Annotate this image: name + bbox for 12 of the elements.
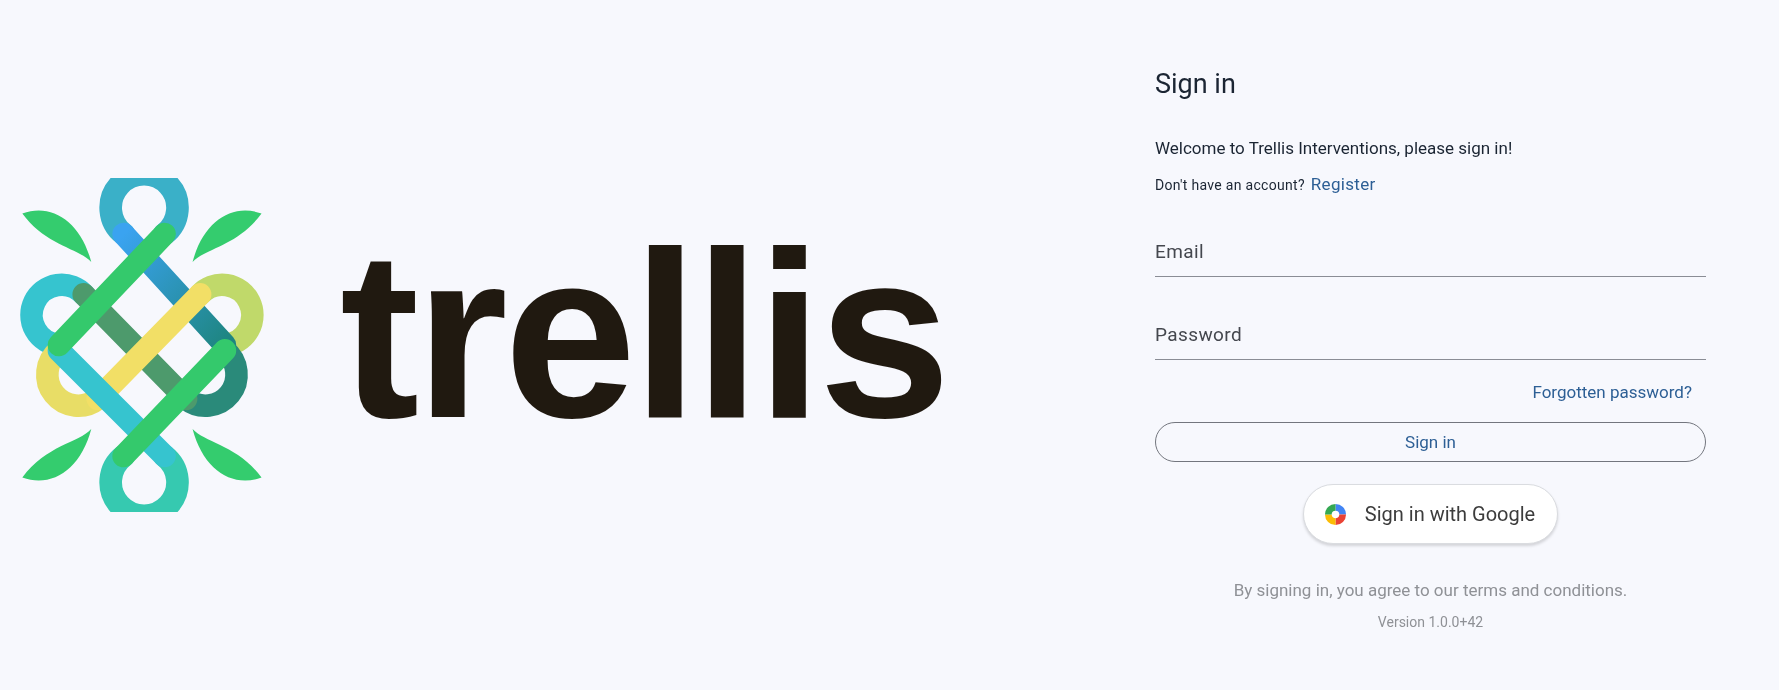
account-prompt: Don't have an account? — [1155, 177, 1305, 193]
register-link[interactable]: Register — [1310, 174, 1376, 194]
terms-text: By signing in, you agree to our terms and conditions. — [1232, 580, 1629, 600]
wordmark: trellis — [340, 216, 947, 469]
google-icon — [1323, 502, 1347, 526]
forgot-password-link[interactable]: Forgotten password? — [1532, 382, 1692, 402]
google-sign-in-button[interactable]: Sign in with Google — [1302, 484, 1559, 544]
version-text: Version 1.0.0+42 — [1376, 614, 1485, 630]
input-field[interactable]: Password — [1155, 309, 1706, 360]
welcome-text: Welcome to Trellis Interventions, please sign in! — [1155, 138, 1514, 158]
input-field[interactable]: Email — [1155, 226, 1706, 277]
form-title: Sign in — [1155, 68, 1237, 100]
